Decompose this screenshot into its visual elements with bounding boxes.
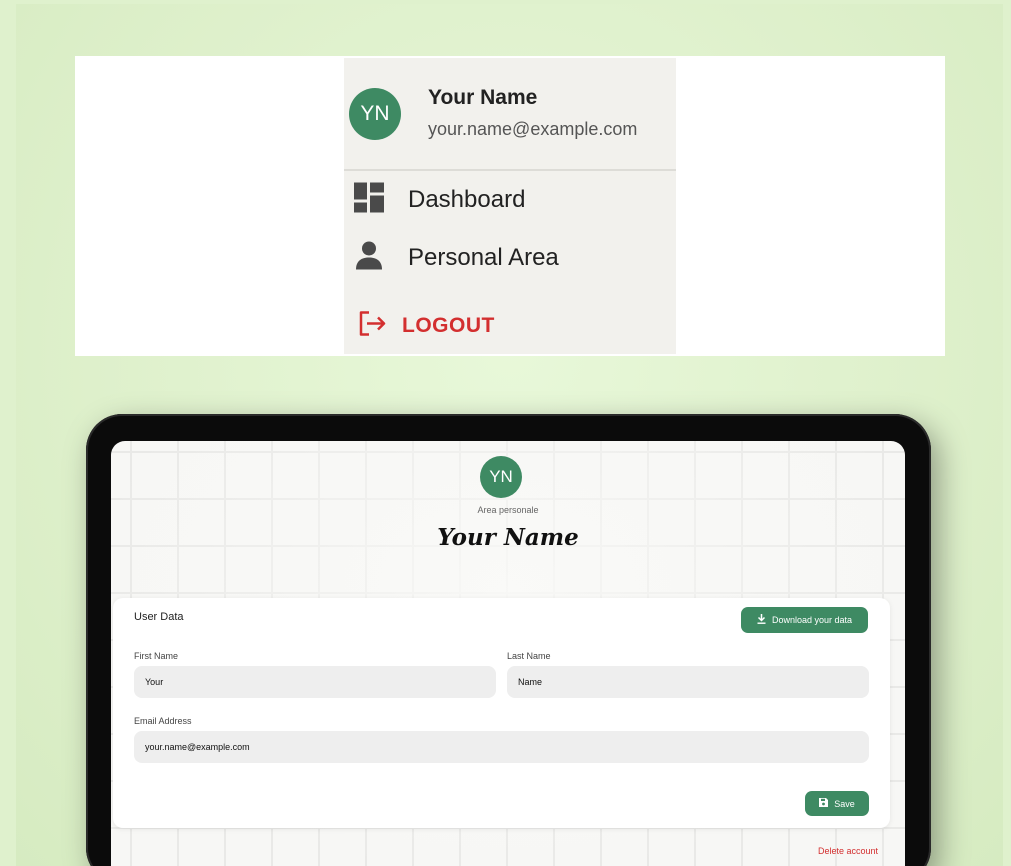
navigation-drawer: YN Your Name your.name@example.com Dashb… [344, 58, 676, 354]
drawer-user-email: your.name@example.com [428, 119, 638, 139]
card-title: User Data [134, 611, 184, 623]
email-label: Email Address [134, 716, 192, 726]
menu-item-label: Personal Area [408, 244, 559, 271]
avatar[interactable]: YN [349, 88, 401, 140]
profile-avatar[interactable]: YN [480, 456, 522, 498]
logout-button[interactable]: LOGOUT [344, 303, 676, 349]
user-data-card: User Data Download your data First Name … [113, 598, 890, 828]
page-title: Your Name [437, 524, 579, 551]
first-name-label: First Name [134, 651, 179, 661]
save-label: Save [834, 798, 855, 809]
area-label: Area personale [477, 505, 539, 515]
drawer-user-name: Your Name [428, 86, 538, 109]
email-field[interactable]: your.name@example.com [134, 731, 869, 763]
menu-item-label: Dashboard [408, 186, 526, 213]
save-button[interactable]: Save [805, 791, 869, 816]
download-label: Download your data [771, 615, 853, 625]
menu-item-personal-area[interactable]: Personal Area [344, 235, 676, 281]
menu-item-dashboard[interactable]: Dashboard [344, 177, 676, 223]
dashboard-icon [354, 182, 384, 218]
download-icon [757, 614, 766, 626]
drawer-header: YN Your Name your.name@example.com [344, 58, 676, 171]
personal-area-screen: YN Area personale Your Name User Data Do… [111, 441, 905, 866]
last-name-field[interactable]: Name [507, 666, 869, 698]
save-icon [819, 798, 829, 809]
logout-label: LOGOUT [402, 314, 495, 337]
person-icon [354, 241, 384, 276]
download-data-button[interactable]: Download your data [741, 607, 868, 633]
last-name-label: Last Name [507, 651, 551, 661]
logout-icon [358, 311, 388, 342]
delete-account-link[interactable]: Delete account [818, 846, 878, 856]
first-name-field[interactable]: Your [134, 666, 496, 698]
